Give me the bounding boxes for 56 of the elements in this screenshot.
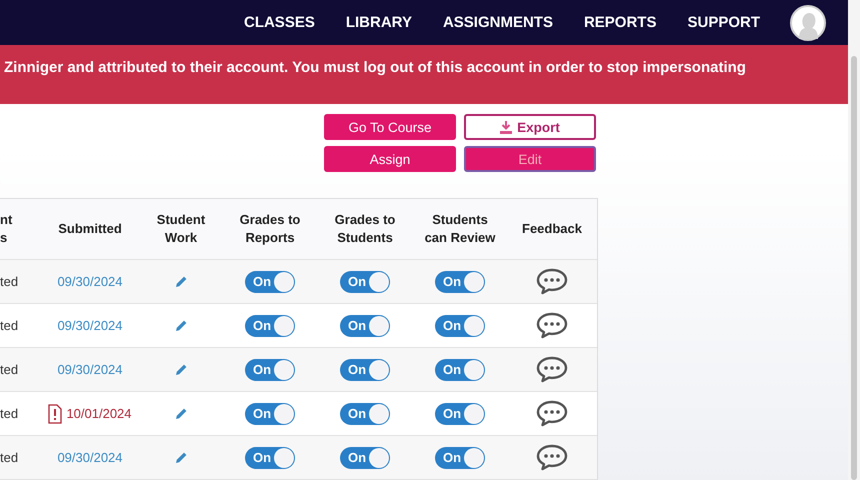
action-button[interactable]: Export <box>464 114 596 140</box>
column-header: nt s <box>0 211 14 247</box>
toggle-switch[interactable]: On <box>435 270 485 292</box>
toggle-switch[interactable]: On <box>435 314 485 336</box>
comment-icon[interactable] <box>536 400 568 427</box>
column-header: Students can Review <box>424 211 496 247</box>
toggle-switch[interactable]: On <box>340 270 390 292</box>
comment-icon[interactable] <box>536 312 568 339</box>
status-text: ted <box>0 406 18 420</box>
toggle-switch[interactable]: On <box>435 402 485 424</box>
avatar-icon[interactable] <box>790 4 826 41</box>
column-header: Feedback <box>521 220 583 238</box>
submitted-date[interactable]: 09/30/2024 <box>57 274 123 289</box>
nav-link[interactable]: REPORTS <box>584 14 656 32</box>
pencil-icon[interactable] <box>174 407 188 420</box>
impersonation-warning: Zinniger and attributed to their account. You must log out of this account in order to stop impersonating <box>4 59 746 76</box>
submitted-date[interactable]: 09/30/2024 <box>57 450 123 465</box>
toggle-switch[interactable]: On <box>245 314 295 336</box>
nav-link[interactable]: CLASSES <box>244 14 315 32</box>
comment-icon[interactable] <box>536 356 568 383</box>
submitted-date[interactable]: 10/01/2024 <box>48 404 132 424</box>
column-header: Grades to Reports <box>238 211 302 247</box>
pencil-icon[interactable] <box>174 363 188 376</box>
late-warning-icon <box>48 404 62 424</box>
toggle-switch[interactable]: On <box>340 314 390 336</box>
status-text: ted <box>0 274 18 288</box>
pencil-icon[interactable] <box>174 319 188 332</box>
toggle-switch[interactable]: On <box>340 446 390 468</box>
comment-icon[interactable] <box>536 268 568 295</box>
scrollbar[interactable] <box>851 56 857 480</box>
toggle-switch[interactable]: On <box>245 270 295 292</box>
nav-link[interactable]: LIBRARY <box>346 14 412 32</box>
toggle-switch[interactable]: On <box>245 446 295 468</box>
column-header: Submitted <box>57 220 123 238</box>
pencil-icon[interactable] <box>174 275 188 288</box>
action-button[interactable]: Assign <box>324 146 456 172</box>
toggle-switch[interactable]: On <box>435 446 485 468</box>
nav-link[interactable]: SUPPORT <box>687 14 760 32</box>
download-icon <box>500 120 512 134</box>
nav-link[interactable]: ASSIGNMENTS <box>442 14 553 32</box>
toggle-switch[interactable]: On <box>435 358 485 380</box>
toggle-switch[interactable]: On <box>245 358 295 380</box>
pencil-icon[interactable] <box>174 451 188 464</box>
submitted-date[interactable]: 09/30/2024 <box>57 318 123 333</box>
status-text: ted <box>0 362 18 376</box>
action-button[interactable]: Edit <box>464 146 596 172</box>
column-header: Grades to Students <box>334 211 396 247</box>
toggle-switch[interactable]: On <box>340 402 390 424</box>
submitted-date[interactable]: 09/30/2024 <box>57 362 123 377</box>
status-text: ted <box>0 318 18 332</box>
toggle-switch[interactable]: On <box>340 358 390 380</box>
comment-icon[interactable] <box>536 444 568 471</box>
status-text: ted <box>0 450 18 464</box>
column-header: Student Work <box>156 211 206 247</box>
action-button[interactable]: Go To Course <box>324 114 456 140</box>
toggle-switch[interactable]: On <box>245 402 295 424</box>
